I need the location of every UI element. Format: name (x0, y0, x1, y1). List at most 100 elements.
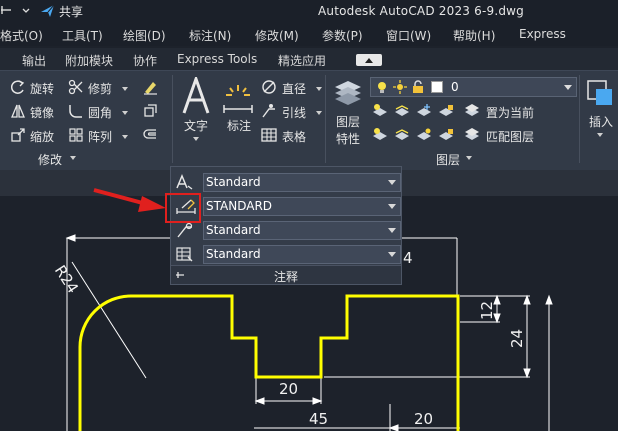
chevron-down-icon (388, 204, 396, 209)
diameter-button[interactable]: 直径 (282, 80, 306, 97)
layer-dropdown-arrow-icon (564, 85, 572, 90)
menu-express[interactable]: Express (519, 27, 566, 41)
rotate-button[interactable]: 旋转 (30, 80, 54, 97)
table-style-row: Standard (173, 243, 401, 265)
table-style-icon (176, 247, 193, 262)
dim-slot-width-label: 20 (279, 380, 299, 398)
tab-collaborate[interactable]: 协作 (133, 52, 157, 69)
offset-icon[interactable] (142, 127, 158, 143)
ribbon: 旋转 修剪 镜像 圆角 缩放 阵列 修改 文字 标注 直径 引线 表格 图层 特… (0, 70, 618, 170)
menu-draw[interactable]: 绘图(D) (123, 27, 166, 44)
leader-icon (262, 104, 275, 118)
table-icon (261, 128, 277, 142)
dimension-button[interactable]: 标注 (227, 117, 251, 134)
diameter-icon (262, 80, 276, 94)
trim-dropdown-icon[interactable] (122, 87, 128, 91)
lightbulb-icon (378, 82, 386, 93)
modify-panel-title[interactable]: 修改 (38, 151, 62, 168)
dim-style-select[interactable]: STANDARD (203, 197, 401, 216)
modify-panel-expand-icon[interactable] (70, 156, 76, 160)
text-style-icon (176, 174, 193, 190)
layer-properties-label: 特性 (336, 132, 361, 146)
dropdown-icon[interactable] (22, 2, 30, 20)
layer-isolate-icon[interactable] (394, 103, 410, 119)
layer-unlock-icon[interactable] (438, 127, 454, 143)
ribbon-minimize-button[interactable] (356, 54, 382, 66)
explode-icon[interactable] (142, 103, 158, 119)
dim-45-label: 45 (309, 410, 329, 428)
match-layer-icon (465, 128, 479, 140)
quick-access-icon[interactable] (0, 4, 12, 16)
menu-format[interactable]: 格式(O) (0, 27, 43, 44)
leader-dropdown-icon[interactable] (316, 111, 322, 115)
pin-icon[interactable] (175, 270, 185, 280)
layer-panel-title[interactable]: 图层 (436, 151, 460, 168)
text-style-value: Standard (206, 175, 261, 189)
menu-modify[interactable]: 修改(M) (255, 27, 299, 44)
text-style-row: Standard (173, 171, 401, 193)
table-button[interactable]: 表格 (282, 128, 306, 145)
layer-freeze-icon[interactable] (416, 103, 432, 119)
window-title: Autodesk AutoCAD 2023 6-9.dwg (318, 4, 524, 18)
menu-help[interactable]: 帮助(H) (453, 27, 495, 44)
array-dropdown-icon[interactable] (122, 135, 128, 139)
tab-addins[interactable]: 附加模块 (65, 52, 113, 69)
fillet-button[interactable]: 圆角 (88, 104, 112, 121)
leader-style-row: Standard (173, 219, 401, 241)
mirror-button[interactable]: 镜像 (30, 104, 54, 121)
panel-separator (579, 75, 580, 163)
set-current-icon (465, 104, 479, 116)
dim-20-label: 20 (414, 410, 434, 428)
leader-style-value: Standard (206, 223, 261, 237)
layer-panel-expand-icon[interactable] (466, 156, 472, 160)
insert-block-icon (587, 80, 612, 105)
layer-unisolate-icon[interactable] (394, 127, 410, 143)
chevron-down-icon (388, 252, 396, 257)
leader-button[interactable]: 引线 (282, 104, 306, 121)
dim-style-row: STANDARD (173, 195, 401, 217)
erase-icon[interactable] (142, 79, 158, 95)
insert-button[interactable]: 插入 (589, 113, 613, 130)
menu-window[interactable]: 窗口(W) (386, 27, 431, 44)
mirror-icon (11, 104, 25, 118)
layer-lock-icon[interactable] (438, 103, 454, 119)
set-current-button[interactable]: 置为当前 (486, 104, 534, 121)
table-style-select[interactable]: Standard (203, 245, 401, 264)
layer-properties-icon (335, 81, 361, 105)
layer-off-icon[interactable] (372, 103, 388, 119)
annotation-panel-footer: 注释 (171, 265, 401, 284)
dim-24-label: 24 (508, 328, 526, 348)
scale-icon (11, 128, 25, 142)
menu-bar: 格式(O) 工具(T) 绘图(D) 标注(N) 修改(M) 参数(P) 窗口(W… (0, 24, 618, 46)
menu-dimension[interactable]: 标注(N) (189, 27, 231, 44)
sun-icon (393, 80, 407, 94)
layer-thaw-icon[interactable] (416, 127, 432, 143)
tab-featured-apps[interactable]: 精选应用 (278, 52, 326, 69)
panel-separator (172, 75, 173, 163)
fillet-dropdown-icon[interactable] (122, 111, 128, 115)
chevron-down-icon (388, 180, 396, 185)
dimension-icon (223, 85, 253, 113)
text-style-select[interactable]: Standard (203, 173, 401, 192)
match-layer-button[interactable]: 匹配图层 (486, 128, 534, 145)
layer-on-icon[interactable] (372, 127, 388, 143)
tab-output[interactable]: 输出 (22, 52, 46, 69)
menu-tools[interactable]: 工具(T) (62, 27, 103, 44)
leader-style-select[interactable]: Standard (203, 221, 401, 240)
triangle-up-icon (365, 58, 373, 63)
layer-dropdown[interactable]: 0 (370, 77, 577, 97)
dim-style-value: STANDARD (206, 199, 273, 213)
array-icon (69, 128, 83, 142)
trim-button[interactable]: 修剪 (88, 80, 112, 97)
array-button[interactable]: 阵列 (88, 128, 112, 145)
layer-properties-button[interactable]: 图层 (336, 113, 360, 130)
menu-parametric[interactable]: 参数(P) (322, 27, 363, 44)
current-layer-name: 0 (451, 80, 459, 94)
insert-dropdown-icon[interactable] (597, 133, 603, 137)
tab-express-tools[interactable]: Express Tools (177, 52, 257, 66)
scale-button[interactable]: 缩放 (30, 128, 54, 145)
text-button[interactable]: 文字 (184, 117, 208, 134)
fillet-icon (69, 105, 82, 118)
diameter-dropdown-icon[interactable] (316, 87, 322, 91)
text-dropdown-icon[interactable] (193, 137, 199, 141)
